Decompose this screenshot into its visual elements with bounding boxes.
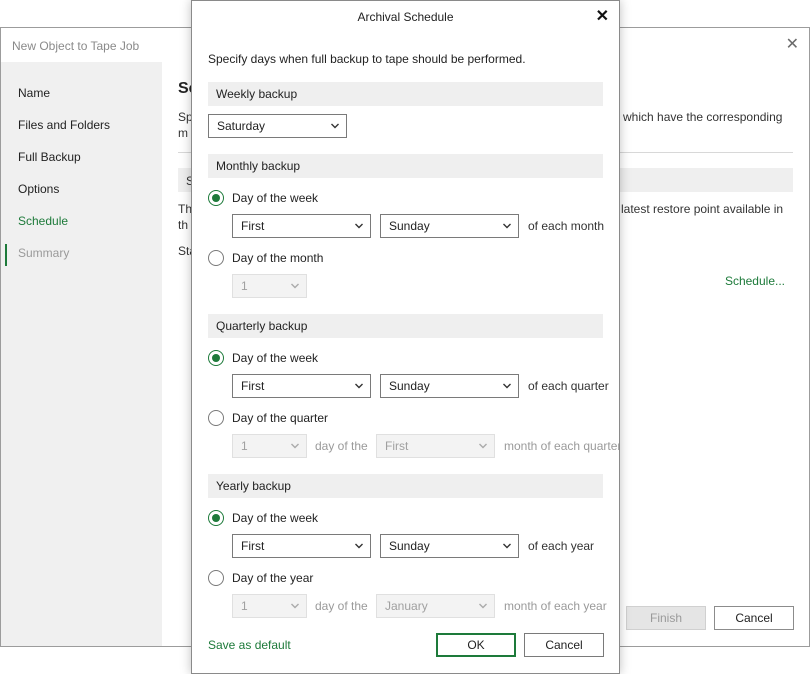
chevron-down-icon xyxy=(291,603,299,609)
yearly-day-of-the-label: day of the xyxy=(315,599,368,613)
monthly-weekday-select[interactable]: Sunday xyxy=(380,214,519,238)
monthly-ordinal-value: First xyxy=(241,219,265,233)
quarterly-month-ordinal-select: First xyxy=(376,434,495,458)
step-full-backup[interactable]: Full Backup xyxy=(18,150,81,164)
chevron-down-icon xyxy=(291,443,299,449)
quarterly-day-of-the-label: day of the xyxy=(315,439,368,453)
quarterly-day-of-quarter-radio[interactable] xyxy=(208,410,224,426)
monthly-day-of-week-label: Day of the week xyxy=(232,191,319,205)
monthly-day-of-week-radio[interactable] xyxy=(208,190,224,206)
chevron-down-icon xyxy=(355,383,363,389)
chevron-down-icon xyxy=(479,443,487,449)
step-options[interactable]: Options xyxy=(18,182,59,196)
section-text-right: latest restore point available in xyxy=(621,202,784,216)
ok-button[interactable]: OK xyxy=(436,633,516,657)
quarterly-week-suffix: of each quarter xyxy=(528,379,609,393)
quarterly-weekday-select[interactable]: Sunday xyxy=(380,374,519,398)
yearly-day-of-week-radio[interactable] xyxy=(208,510,224,526)
close-icon[interactable]: ✕ xyxy=(786,34,799,54)
quarterly-month-suffix: month of each quarter xyxy=(504,439,620,453)
yearly-month-select: January xyxy=(376,594,495,618)
quarterly-day-number-value: 1 xyxy=(241,439,248,453)
monthly-day-number-select: 1 xyxy=(232,274,307,298)
weekly-day-select[interactable]: Saturday xyxy=(208,114,347,138)
yearly-day-of-year-label: Day of the year xyxy=(232,571,314,585)
monthly-day-number-value: 1 xyxy=(241,279,248,293)
yearly-month-value: January xyxy=(385,599,428,613)
quarterly-day-number-select: 1 xyxy=(232,434,307,458)
page-description-right: which have the corresponding xyxy=(623,110,783,124)
yearly-weekday-select[interactable]: Sunday xyxy=(380,534,519,558)
dialog-title: Archival Schedule xyxy=(357,10,454,24)
yearly-day-of-year-radio[interactable] xyxy=(208,570,224,586)
weekly-backup-header: Weekly backup xyxy=(208,82,603,106)
section-text: Th xyxy=(178,202,193,216)
yearly-backup-header: Yearly backup xyxy=(208,474,603,498)
close-icon[interactable]: ✕ xyxy=(596,6,609,26)
chevron-down-icon xyxy=(503,383,511,389)
yearly-ordinal-select[interactable]: First xyxy=(232,534,371,558)
monthly-backup-header: Monthly backup xyxy=(208,154,603,178)
quarterly-month-ordinal-value: First xyxy=(385,439,409,453)
yearly-week-suffix: of each year xyxy=(528,539,595,553)
yearly-day-number-value: 1 xyxy=(241,599,248,613)
schedule-link[interactable]: Schedule... xyxy=(725,274,785,288)
active-step-marker xyxy=(5,244,7,266)
section-text-line2: th xyxy=(178,218,189,232)
quarterly-backup-header: Quarterly backup xyxy=(208,314,603,338)
chevron-down-icon xyxy=(479,603,487,609)
quarterly-day-of-week-label: Day of the week xyxy=(232,351,319,365)
monthly-ordinal-select[interactable]: First xyxy=(232,214,371,238)
chevron-down-icon xyxy=(355,543,363,549)
save-as-default-link[interactable]: Save as default xyxy=(208,638,291,652)
finish-button: Finish xyxy=(626,606,706,630)
quarterly-ordinal-select[interactable]: First xyxy=(232,374,371,398)
quarterly-day-of-quarter-label: Day of the quarter xyxy=(232,411,329,425)
yearly-ordinal-value: First xyxy=(241,539,265,553)
yearly-day-of-week-label: Day of the week xyxy=(232,511,319,525)
monthly-day-of-month-radio[interactable] xyxy=(208,250,224,266)
chevron-down-icon xyxy=(291,283,299,289)
wizard-steps-sidebar: Name Files and Folders Full Backup Optio… xyxy=(1,62,162,646)
chevron-down-icon xyxy=(503,543,511,549)
chevron-down-icon xyxy=(355,223,363,229)
quarterly-weekday-value: Sunday xyxy=(389,379,430,393)
step-schedule[interactable]: Schedule xyxy=(18,214,68,228)
weekly-day-value: Saturday xyxy=(217,119,266,133)
quarterly-day-of-week-radio[interactable] xyxy=(208,350,224,366)
page-description-line2: m xyxy=(178,126,188,140)
chevron-down-icon xyxy=(331,123,339,129)
wizard-title: New Object to Tape Job xyxy=(12,39,140,53)
archival-schedule-dialog: Archival Schedule ✕ Specify days when fu… xyxy=(191,0,620,674)
yearly-day-number-select: 1 xyxy=(232,594,307,618)
chevron-down-icon xyxy=(503,223,511,229)
quarterly-ordinal-value: First xyxy=(241,379,265,393)
monthly-day-of-month-label: Day of the month xyxy=(232,251,324,265)
step-files-and-folders[interactable]: Files and Folders xyxy=(18,118,110,132)
monthly-weekday-value: Sunday xyxy=(389,219,430,233)
yearly-weekday-value: Sunday xyxy=(389,539,430,553)
step-name[interactable]: Name xyxy=(18,86,50,100)
wizard-cancel-button[interactable]: Cancel xyxy=(714,606,794,630)
step-summary: Summary xyxy=(18,246,70,260)
monthly-week-suffix: of each month xyxy=(528,219,605,233)
yearly-month-suffix: month of each year xyxy=(504,599,607,613)
cancel-button[interactable]: Cancel xyxy=(524,633,604,657)
instruction-text: Specify days when full backup to tape sh… xyxy=(208,52,526,66)
